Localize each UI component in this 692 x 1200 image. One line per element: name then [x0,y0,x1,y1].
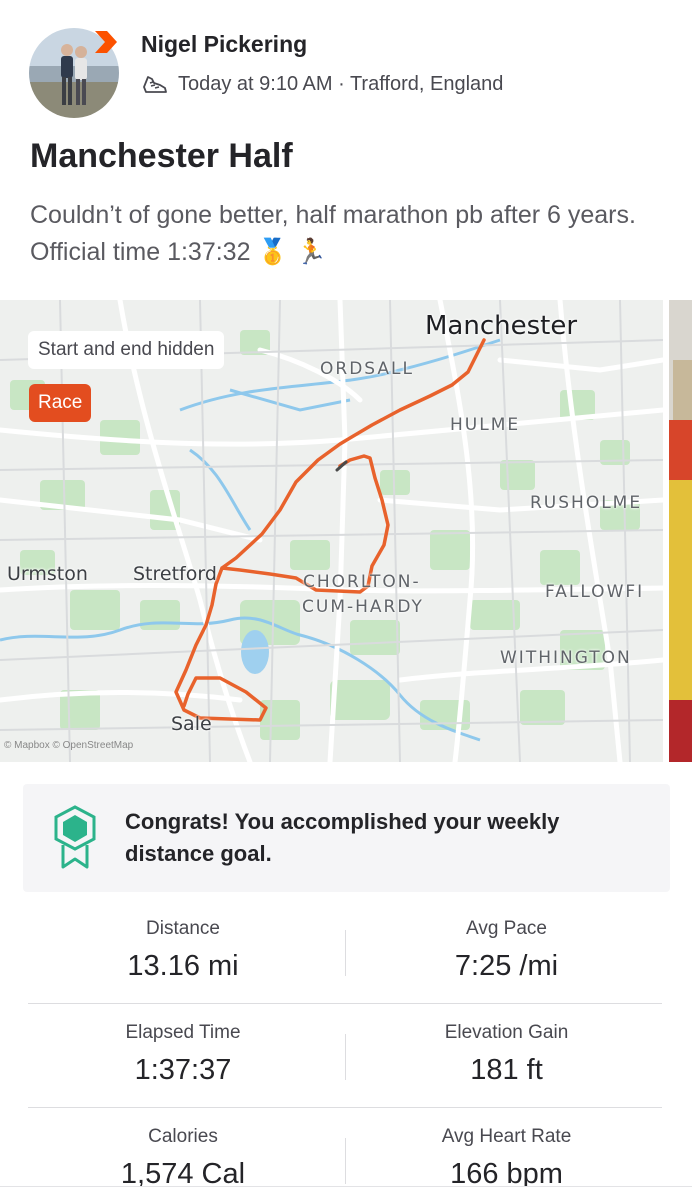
stat-label: Calories [148,1126,218,1147]
stat-distance: Distance 13.16 mi [28,900,338,1004]
activity-title[interactable]: Manchester Half [30,137,293,176]
stat-elapsed-time: Elapsed Time 1:37:37 [28,1004,338,1108]
map-label-hulme: HULME [450,415,521,435]
map-label-chorlton: CHORLTON- [303,572,421,592]
map-label-cum-hardy: CUM-HARDY [302,597,424,617]
stat-row: Distance 13.16 mi Avg Pace 7:25 /mi [28,900,662,1004]
stat-divider [345,1034,346,1080]
next-photo-preview[interactable] [669,300,692,762]
stat-divider [345,1138,346,1184]
map-attribution[interactable]: © Mapbox © OpenStreetMap [4,740,133,751]
map-label-manchester: Manchester [425,311,578,341]
activity-description: Couldn’t of gone better, half marathon p… [30,201,636,266]
athlete-name[interactable]: Nigel Pickering [141,31,307,58]
route-map[interactable]: Manchester ORDSALL HULME RUSHOLME Urmsto… [0,300,663,762]
stat-value: 1:37:37 [134,1054,232,1086]
stat-value: 181 ft [470,1054,543,1086]
stat-value: 13.16 mi [127,950,239,982]
stat-label: Elapsed Time [125,1022,241,1043]
map-label-fallowfield: FALLOWFI [545,582,645,602]
stat-value: 7:25 /mi [454,950,559,982]
subscriber-badge-icon [95,31,117,53]
stat-divider [345,930,346,976]
map-label-rusholme: RUSHOLME [530,493,643,513]
start-end-hidden-label: Start and end hidden [28,331,225,369]
stat-label: Avg Heart Rate [441,1126,572,1147]
stat-label: Avg Pace [466,918,547,939]
race-tag: Race [29,384,92,422]
goal-badge-icon [54,805,96,869]
map-label-urmston: Urmston [7,563,88,585]
stats-grid: Distance 13.16 mi Avg Pace 7:25 /mi Elap… [28,900,662,1200]
stat-row: Elapsed Time 1:37:37 Elevation Gain 181 … [28,1004,662,1108]
stat-label: Elevation Gain [444,1022,569,1043]
stat-avg-pace: Avg Pace 7:25 /mi [348,900,665,1004]
stat-elevation-gain: Elevation Gain 181 ft [348,1004,665,1108]
stat-label: Distance [146,918,220,939]
activity-header: Nigel Pickering Today at 9:10 AM · Traff… [0,0,692,135]
activity-time-location: Today at 9:10 AM · Trafford, England [178,72,504,95]
map-label-sale: Sale [171,713,212,735]
bottom-nav-bar[interactable] [0,1186,692,1200]
run-shoe-icon [143,76,167,93]
map-label-withington: WITHINGTON [500,648,632,668]
map-label-ordsall: ORDSALL [320,359,414,379]
activity-meta: Today at 9:10 AM · Trafford, England [140,68,503,100]
goal-message: Congrats! You accomplished your weekly d… [125,809,560,866]
map-label-stretford: Stretford [133,563,217,585]
